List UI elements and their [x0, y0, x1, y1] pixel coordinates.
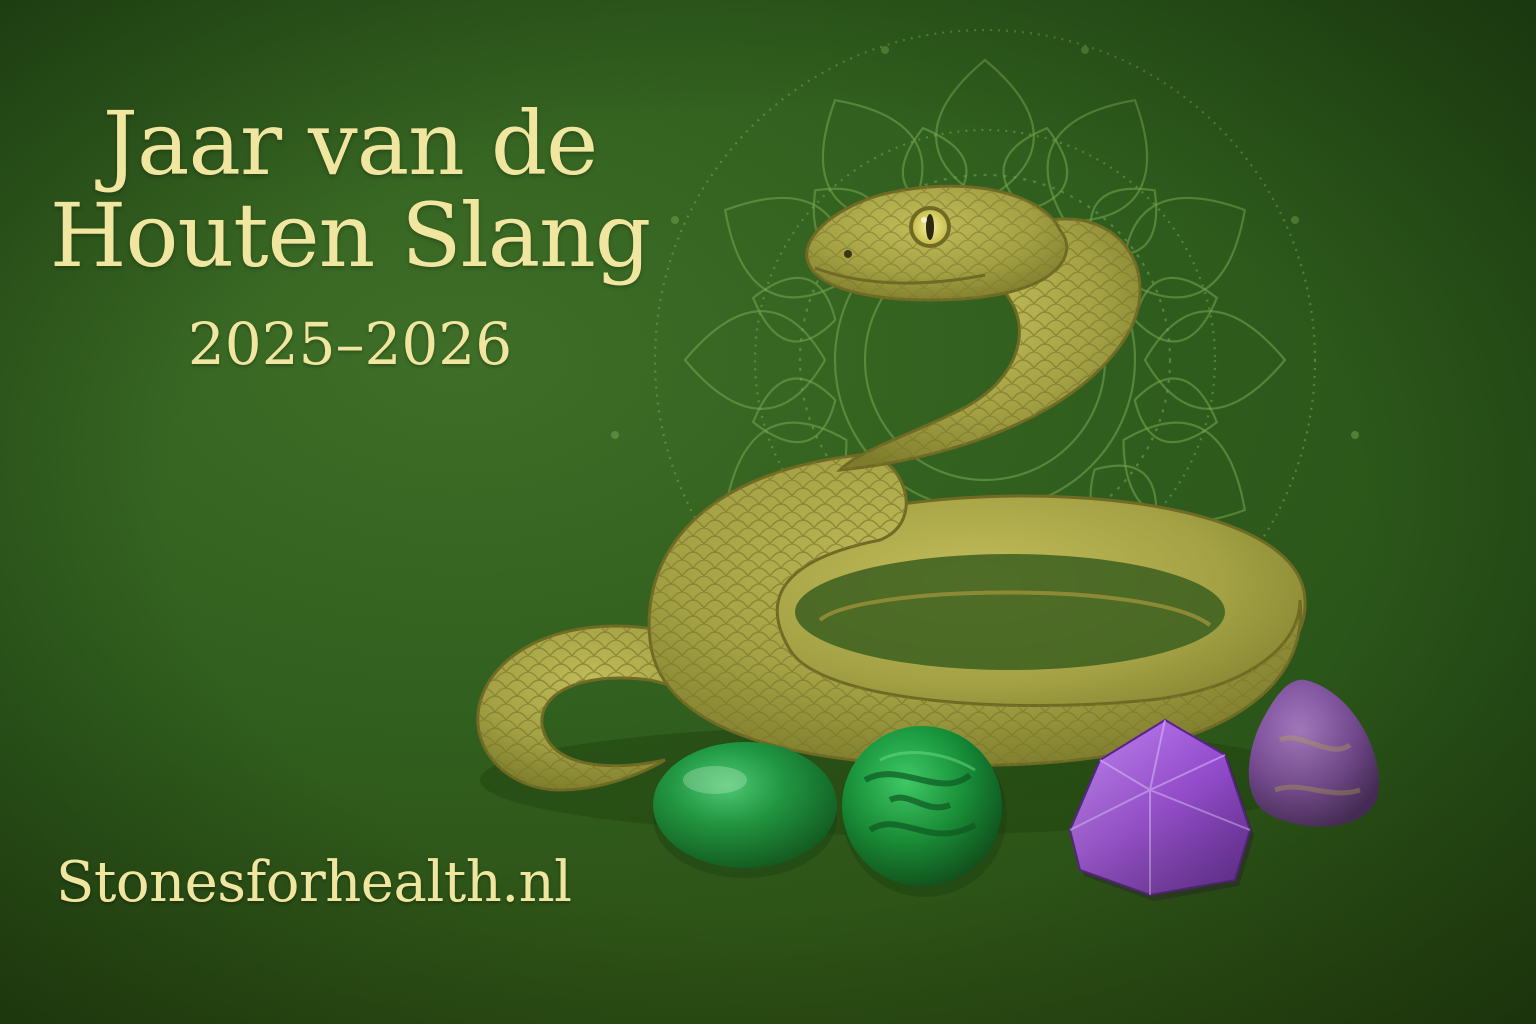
poster: Jaar van de Houten Slang 2025–2026 Stone… [0, 0, 1536, 1024]
title-line-2: Houten Slang [49, 184, 651, 287]
purple-tumbled-stone [1248, 679, 1379, 827]
website-label: Stonesforhealth.nl [56, 850, 572, 915]
green-tumbled-stone [653, 742, 837, 878]
year-range: 2025–2026 [187, 310, 513, 378]
snake-eye [909, 206, 951, 248]
title-line-1: Jaar van de [102, 92, 598, 195]
snake-nostril [844, 250, 852, 258]
title-block: Jaar van de Houten Slang 2025–2026 [40, 92, 660, 379]
